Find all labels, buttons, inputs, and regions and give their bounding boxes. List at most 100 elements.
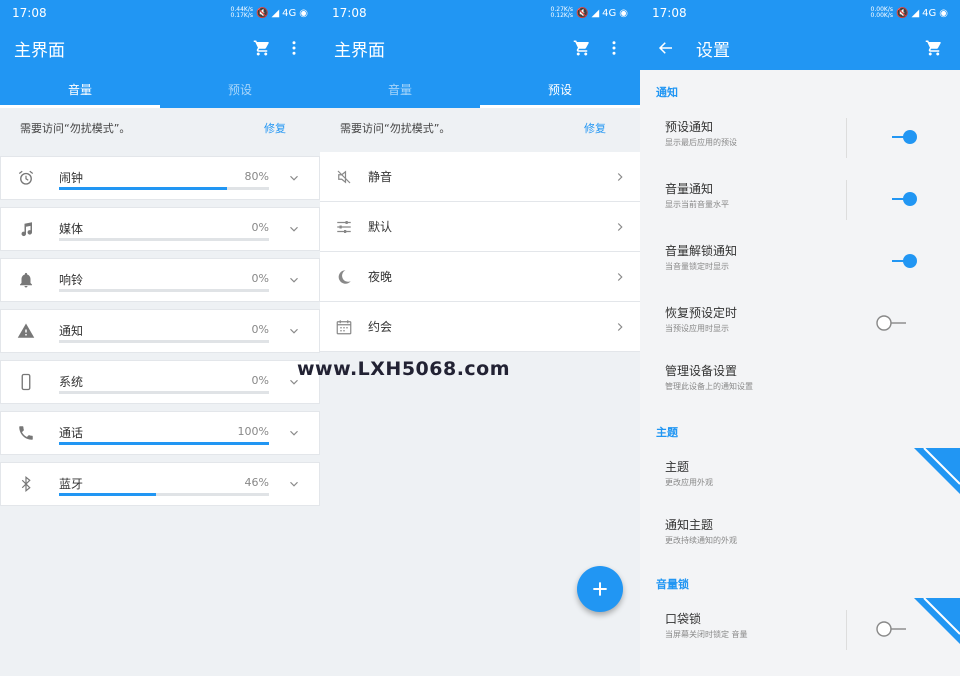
setting-preset-notify[interactable]: 预设通知 显示最后应用的预设: [640, 106, 960, 168]
volume-label: 响铃: [59, 273, 84, 287]
setting-volume-notify[interactable]: 音量通知 显示当前音量水平: [640, 168, 960, 230]
volume-row-ringer: 响铃 0%: [0, 258, 320, 302]
setting-theme[interactable]: 主题 更改应用外观: [640, 446, 960, 504]
signal-icon: ◢: [911, 7, 920, 19]
volume-list: 闹钟 80% 媒体 0% 响铃 0% 通知 0% 系统 0% 通话 100% 蓝…: [0, 148, 320, 506]
toggle-switch-on[interactable]: [874, 129, 924, 145]
cart-icon[interactable]: [922, 36, 946, 60]
status-time: 17:08: [12, 6, 47, 20]
tab-bar: 音量 预设: [320, 70, 640, 108]
preset-item-mute[interactable]: 静音: [320, 152, 640, 202]
section-notify: 通知: [656, 86, 678, 99]
status-time: 17:08: [332, 6, 367, 20]
section-theme: 主题: [656, 426, 678, 439]
dnd-notice: 需要访问“勿扰模式”。 修复: [0, 108, 320, 148]
preset-item-date[interactable]: 约会: [320, 302, 640, 352]
network-type: 4G: [282, 7, 297, 19]
battery-icon: ◉: [619, 7, 628, 19]
preset-label: 静音: [368, 170, 393, 184]
premium-corner-badge: [914, 598, 960, 644]
chevron-right-icon: [600, 320, 640, 334]
preset-item-default[interactable]: 默认: [320, 202, 640, 252]
volume-percent: 0%: [251, 323, 269, 336]
volume-slider[interactable]: [59, 493, 269, 496]
volume-slider[interactable]: [59, 340, 269, 343]
volume-screen: 17:08 0.44K/s 0.17K/s 🔇 ◢ 4G ◉ 主界面 音量 预设 …: [0, 0, 320, 676]
volume-slider[interactable]: [59, 289, 269, 292]
chevron-down-icon[interactable]: [269, 426, 319, 440]
toggle-switch-off[interactable]: [874, 315, 924, 331]
chevron-right-icon: [600, 170, 640, 184]
preset-label: 夜晚: [368, 270, 393, 284]
fix-button[interactable]: 修复: [264, 120, 286, 136]
tab-presets[interactable]: 预设: [480, 70, 640, 108]
volume-label: 媒体: [59, 222, 84, 236]
more-vert-icon[interactable]: [282, 36, 306, 60]
status-time: 17:08: [652, 6, 687, 20]
volume-row-notification: 通知 0%: [0, 309, 320, 353]
mute-status-icon: 🔇: [255, 7, 269, 19]
settings-title: 设置: [696, 40, 730, 61]
chevron-down-icon[interactable]: [269, 324, 319, 338]
chevron-right-icon: [600, 270, 640, 284]
app-bar: 设置: [640, 26, 960, 70]
volume-slider[interactable]: [59, 238, 269, 241]
setting-title: 主题: [665, 460, 690, 474]
cart-icon[interactable]: [570, 36, 594, 60]
toggle-switch-on[interactable]: [874, 253, 924, 269]
setting-subtitle: 显示最后应用的预设: [665, 138, 737, 147]
status-bar: 17:08 0.44K/s 0.17K/s 🔇 ◢ 4G ◉: [0, 0, 320, 26]
app-bar: 主界面: [320, 26, 640, 70]
cart-icon[interactable]: [250, 36, 274, 60]
volume-percent: 0%: [251, 221, 269, 234]
setting-subtitle: 显示当前音量水平: [665, 200, 729, 209]
volume-slider[interactable]: [59, 391, 269, 394]
bluetooth-icon: [1, 475, 51, 493]
volume-row-alarm: 闹钟 80%: [0, 156, 320, 200]
app-title: 主界面: [14, 40, 65, 61]
tab-presets[interactable]: 预设: [160, 70, 320, 108]
app-bar: 主界面: [0, 26, 320, 70]
volume-percent: 46%: [244, 476, 269, 489]
watermark-text: www.LXH5068.com: [297, 358, 511, 380]
setting-title: 恢复预设定时: [665, 306, 738, 320]
setting-restore-timer[interactable]: 恢复预设定时 当预设应用时显示: [640, 292, 960, 354]
phone-call-icon: [1, 424, 51, 442]
chevron-down-icon[interactable]: [269, 477, 319, 491]
more-vert-icon[interactable]: [602, 36, 626, 60]
notice-text: 需要访问“勿扰模式”。: [340, 122, 451, 135]
volume-slider[interactable]: [59, 187, 269, 190]
setting-manage-device[interactable]: 管理设备设置 管理此设备上的通知设置: [640, 354, 960, 410]
phone-device-icon: [1, 373, 51, 391]
fix-button[interactable]: 修复: [584, 120, 606, 136]
tab-volume[interactable]: 音量: [0, 70, 160, 108]
setting-title: 管理设备设置: [665, 364, 738, 378]
add-preset-button[interactable]: [577, 566, 623, 612]
setting-pocket-lock[interactable]: 口袋锁 当屏幕关闭时锁定 音量: [640, 598, 960, 660]
setting-subtitle: 更改应用外观: [665, 478, 713, 487]
mute-icon: [320, 168, 368, 186]
chevron-down-icon[interactable]: [269, 273, 319, 287]
setting-subtitle: 更改持续通知的外观: [665, 536, 737, 545]
preset-item-night[interactable]: 夜晚: [320, 252, 640, 302]
setting-title: 预设通知: [665, 120, 714, 134]
chevron-down-icon[interactable]: [269, 222, 319, 236]
volume-label: 系统: [59, 375, 84, 389]
toggle-switch-on[interactable]: [874, 191, 924, 207]
preset-label: 约会: [368, 320, 393, 334]
tab-volume[interactable]: 音量: [320, 70, 480, 108]
setting-unlock-notify[interactable]: 音量解锁通知 当音量锁定时显示: [640, 230, 960, 292]
sliders-icon: [320, 218, 368, 236]
chevron-down-icon[interactable]: [269, 171, 319, 185]
network-type: 4G: [922, 7, 937, 19]
alarm-clock-icon: [1, 169, 51, 187]
status-bar: 17:08 0.27K/s 0.12K/s 🔇 ◢ 4G ◉: [320, 0, 640, 26]
signal-icon: ◢: [591, 7, 600, 19]
plus-icon: [593, 582, 607, 596]
volume-slider[interactable]: [59, 442, 269, 445]
setting-subtitle: 管理此设备上的通知设置: [665, 382, 753, 391]
setting-notify-theme[interactable]: 通知主题 更改持续通知的外观: [640, 504, 960, 562]
back-arrow-icon[interactable]: [654, 36, 678, 60]
status-bar: 17:08 0.00K/s 0.00K/s 🔇 ◢ 4G ◉: [640, 0, 960, 26]
preset-list: 静音 默认 夜晚 约会: [320, 152, 640, 352]
